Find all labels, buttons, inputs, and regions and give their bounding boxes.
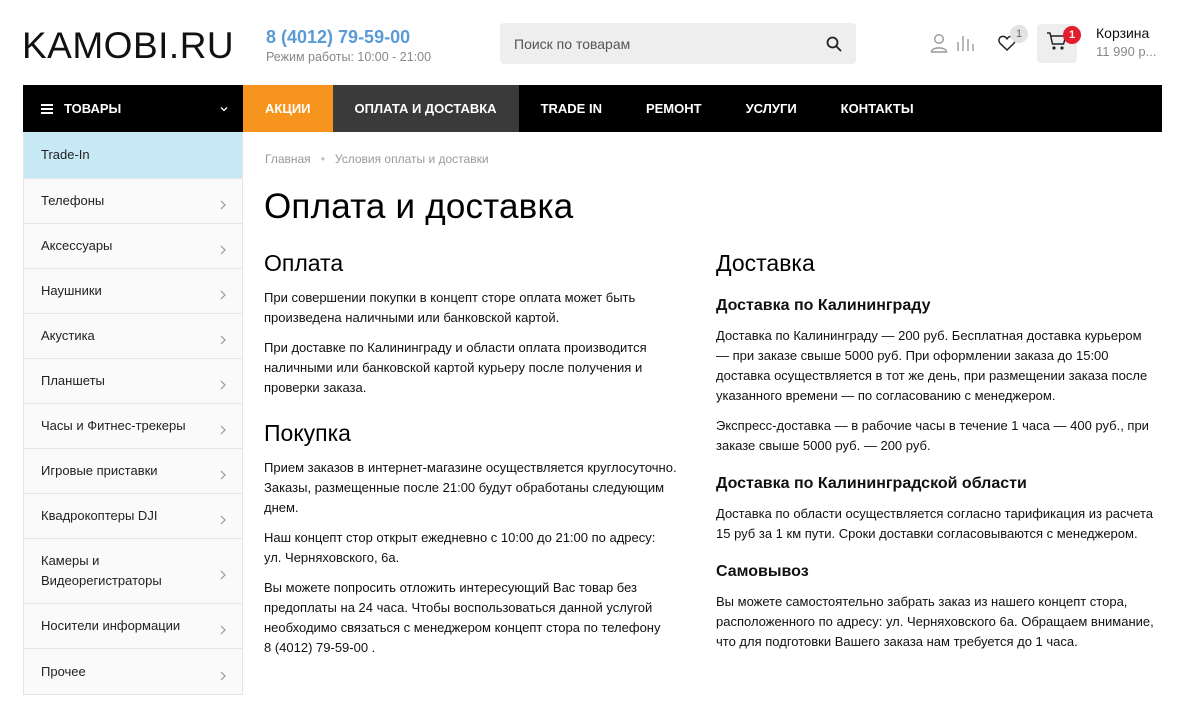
compare-icon[interactable] (955, 32, 977, 54)
payment-paragraph-1: При совершении покупки в концепт сторе о… (264, 290, 636, 325)
city-delivery-paragraph-2: Экспресс-доставка — в рабочие часы в теч… (716, 418, 1149, 453)
page-title: Оплата и доставка (264, 187, 574, 226)
search-bar (500, 23, 856, 64)
site-header: KAMOBI.RU 8 (4012) 79-59-00 Режим работы… (0, 0, 1180, 85)
sidebar-item-accessories[interactable]: Аксессуары (24, 224, 242, 269)
region-delivery-paragraph: Доставка по области осуществляется согла… (716, 506, 1153, 541)
sidebar-item-label: Носители информации (41, 618, 181, 633)
sidebar-item-phones[interactable]: Телефоны (24, 179, 242, 224)
chevron-right-icon (220, 466, 226, 486)
nav-item-contacts[interactable]: КОНТАКТЫ (819, 85, 936, 132)
sidebar-item-label: Квадрокоптеры DJI (41, 508, 158, 523)
chevron-right-icon (220, 621, 226, 641)
nav-item-services[interactable]: УСЛУГИ (724, 85, 819, 132)
sidebar-item-consoles[interactable]: Игровые приставки (24, 449, 242, 494)
city-delivery-heading: Доставка по Калининграду (716, 297, 931, 314)
category-sidebar: Trade-In Телефоны Аксессуары Наушники Ак… (23, 132, 243, 695)
sidebar-item-drones[interactable]: Квадрокоптеры DJI (24, 494, 242, 539)
chevron-right-icon (220, 286, 226, 306)
breadcrumb-separator: • (320, 152, 325, 166)
catalog-menu-button[interactable]: ТОВАРЫ (23, 85, 243, 132)
delivery-heading: Доставка (716, 250, 815, 276)
header-phone[interactable]: 8 (4012) 79-59-00 (266, 27, 410, 47)
purchase-paragraph-3: Вы можете попросить отложить интересующи… (264, 580, 661, 655)
chevron-down-icon (219, 102, 229, 117)
breadcrumb-home[interactable]: Главная (265, 152, 311, 166)
chevron-right-icon (220, 241, 226, 261)
chevron-right-icon (220, 667, 226, 687)
sidebar-item-acoustics[interactable]: Акустика (24, 314, 242, 359)
region-delivery-heading: Доставка по Калининградской области (716, 475, 1027, 492)
chevron-right-icon (220, 196, 226, 216)
search-icon[interactable] (822, 32, 846, 56)
payment-column: Оплата При совершении покупки в концепт … (264, 248, 684, 658)
working-hours: Режим работы: 10:00 - 21:00 (266, 50, 432, 64)
chevron-right-icon (220, 376, 226, 396)
cart-sum: 11 990 р... (1096, 44, 1157, 59)
chevron-right-icon (220, 421, 226, 441)
search-input[interactable] (500, 23, 810, 64)
chevron-right-icon (220, 566, 226, 586)
sidebar-item-label: Прочее (41, 663, 86, 679)
sidebar-item-trade-in[interactable]: Trade-In (24, 132, 242, 179)
catalog-label: ТОВАРЫ (64, 101, 122, 116)
sidebar-item-watches[interactable]: Часы и Фитнес-трекеры (24, 404, 242, 449)
purchase-heading: Покупка (264, 420, 351, 446)
nav-item-trade-in[interactable]: TRADE IN (519, 85, 624, 132)
favorites-count-badge: 1 (1010, 25, 1028, 43)
menu-icon (41, 103, 53, 114)
sidebar-item-cameras[interactable]: Камеры и Видеорегистраторы (24, 539, 242, 604)
sidebar-item-headphones[interactable]: Наушники (24, 269, 242, 314)
nav-item-promotions[interactable]: АКЦИИ (243, 85, 333, 132)
purchase-paragraph-2: Наш концепт стор открыт ежедневно с 10:0… (264, 530, 656, 565)
city-delivery-paragraph-1: Доставка по Калининграду — 200 руб. Бесп… (716, 328, 1148, 403)
payment-paragraph-2: При доставке по Калининграду и области о… (264, 340, 647, 395)
cart-count-badge: 1 (1063, 26, 1081, 44)
pickup-heading: Самовывоз (716, 563, 809, 580)
chevron-right-icon (220, 331, 226, 351)
sidebar-item-label: Акустика (41, 328, 95, 343)
sidebar-item-label: Игровые приставки (41, 463, 158, 478)
pickup-paragraph: Вы можете самостоятельно забрать заказ и… (716, 594, 1154, 649)
chevron-right-icon (220, 511, 226, 531)
main-navigation: ТОВАРЫ АКЦИИ ОПЛАТА И ДОСТАВКА TRADE IN … (23, 85, 1162, 132)
sidebar-item-label: Камеры и Видеорегистраторы (41, 553, 162, 588)
sidebar-item-label: Trade-In (41, 147, 90, 162)
purchase-paragraph-1: Прием заказов в интернет-магазине осущес… (264, 460, 677, 515)
nav-item-repair[interactable]: РЕМОНТ (624, 85, 724, 132)
sidebar-item-label: Телефоны (41, 193, 105, 208)
nav-item-payment-delivery[interactable]: ОПЛАТА И ДОСТАВКА (332, 85, 519, 132)
sidebar-item-other[interactable]: Прочее (24, 649, 242, 694)
sidebar-item-label: Наушники (41, 283, 102, 298)
user-icon[interactable] (928, 32, 950, 54)
breadcrumb-current: Условия оплаты и доставки (334, 152, 489, 166)
breadcrumb: Главная • Условия оплаты и доставки (265, 152, 489, 166)
payment-heading: Оплата (264, 250, 344, 276)
sidebar-item-label: Планшеты (41, 373, 105, 388)
delivery-column: Доставка Доставка по Калининграду Достав… (716, 248, 1166, 652)
sidebar-item-label: Часы и Фитнес-трекеры (41, 418, 186, 433)
sidebar-item-tablets[interactable]: Планшеты (24, 359, 242, 404)
sidebar-item-storage[interactable]: Носители информации (24, 604, 242, 649)
cart-label[interactable]: Корзина (1096, 25, 1149, 42)
site-logo[interactable]: KAMOBI.RU (22, 26, 234, 66)
sidebar-item-label: Аксессуары (41, 238, 113, 253)
